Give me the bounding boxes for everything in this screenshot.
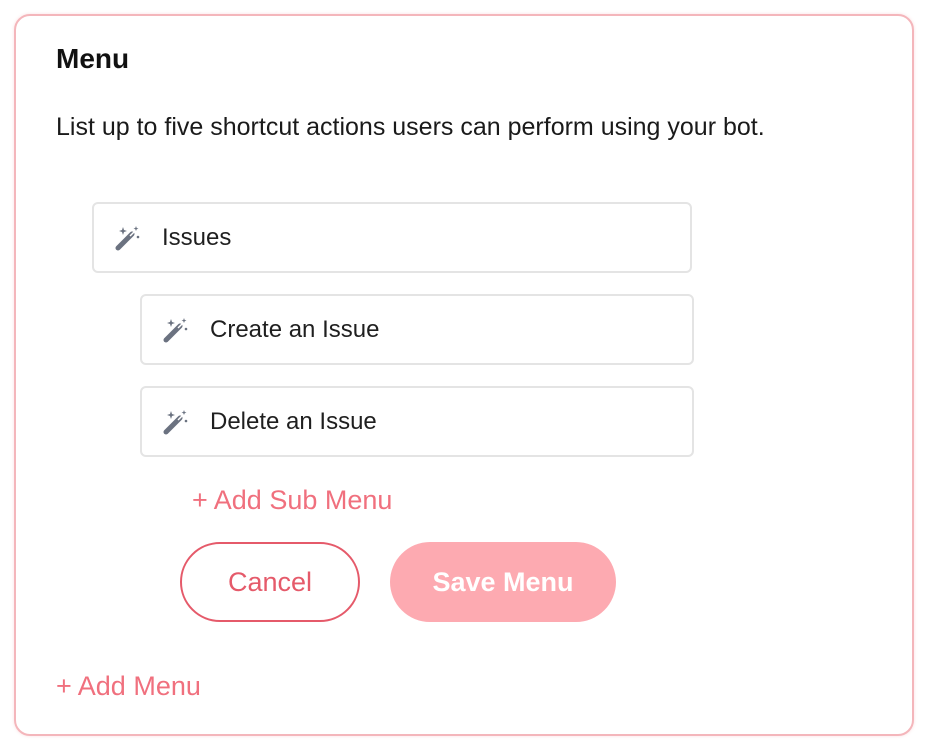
sub-menu-item-label: Create an Issue <box>210 315 380 343</box>
sub-menu-item-delete-issue[interactable]: Delete an Issue <box>140 386 694 457</box>
sub-menu-item-label: Delete an Issue <box>210 407 377 435</box>
magic-wand-icon <box>162 316 190 344</box>
menu-card: Menu List up to five shortcut actions us… <box>14 14 914 736</box>
sub-menu-item-create-issue[interactable]: Create an Issue <box>140 294 694 365</box>
add-sub-menu-link[interactable]: + Add Sub Menu <box>192 483 392 517</box>
cancel-button[interactable]: Cancel <box>180 542 360 622</box>
save-menu-button[interactable]: Save Menu <box>390 542 616 622</box>
magic-wand-icon <box>162 408 190 436</box>
menu-item-label: Issues <box>162 223 232 251</box>
menu-item-issues[interactable]: Issues <box>92 202 692 273</box>
add-menu-link[interactable]: + Add Menu <box>56 669 201 703</box>
magic-wand-icon <box>114 224 142 252</box>
menu-title: Menu <box>56 43 130 74</box>
menu-description: List up to five shortcut actions users c… <box>56 113 765 141</box>
